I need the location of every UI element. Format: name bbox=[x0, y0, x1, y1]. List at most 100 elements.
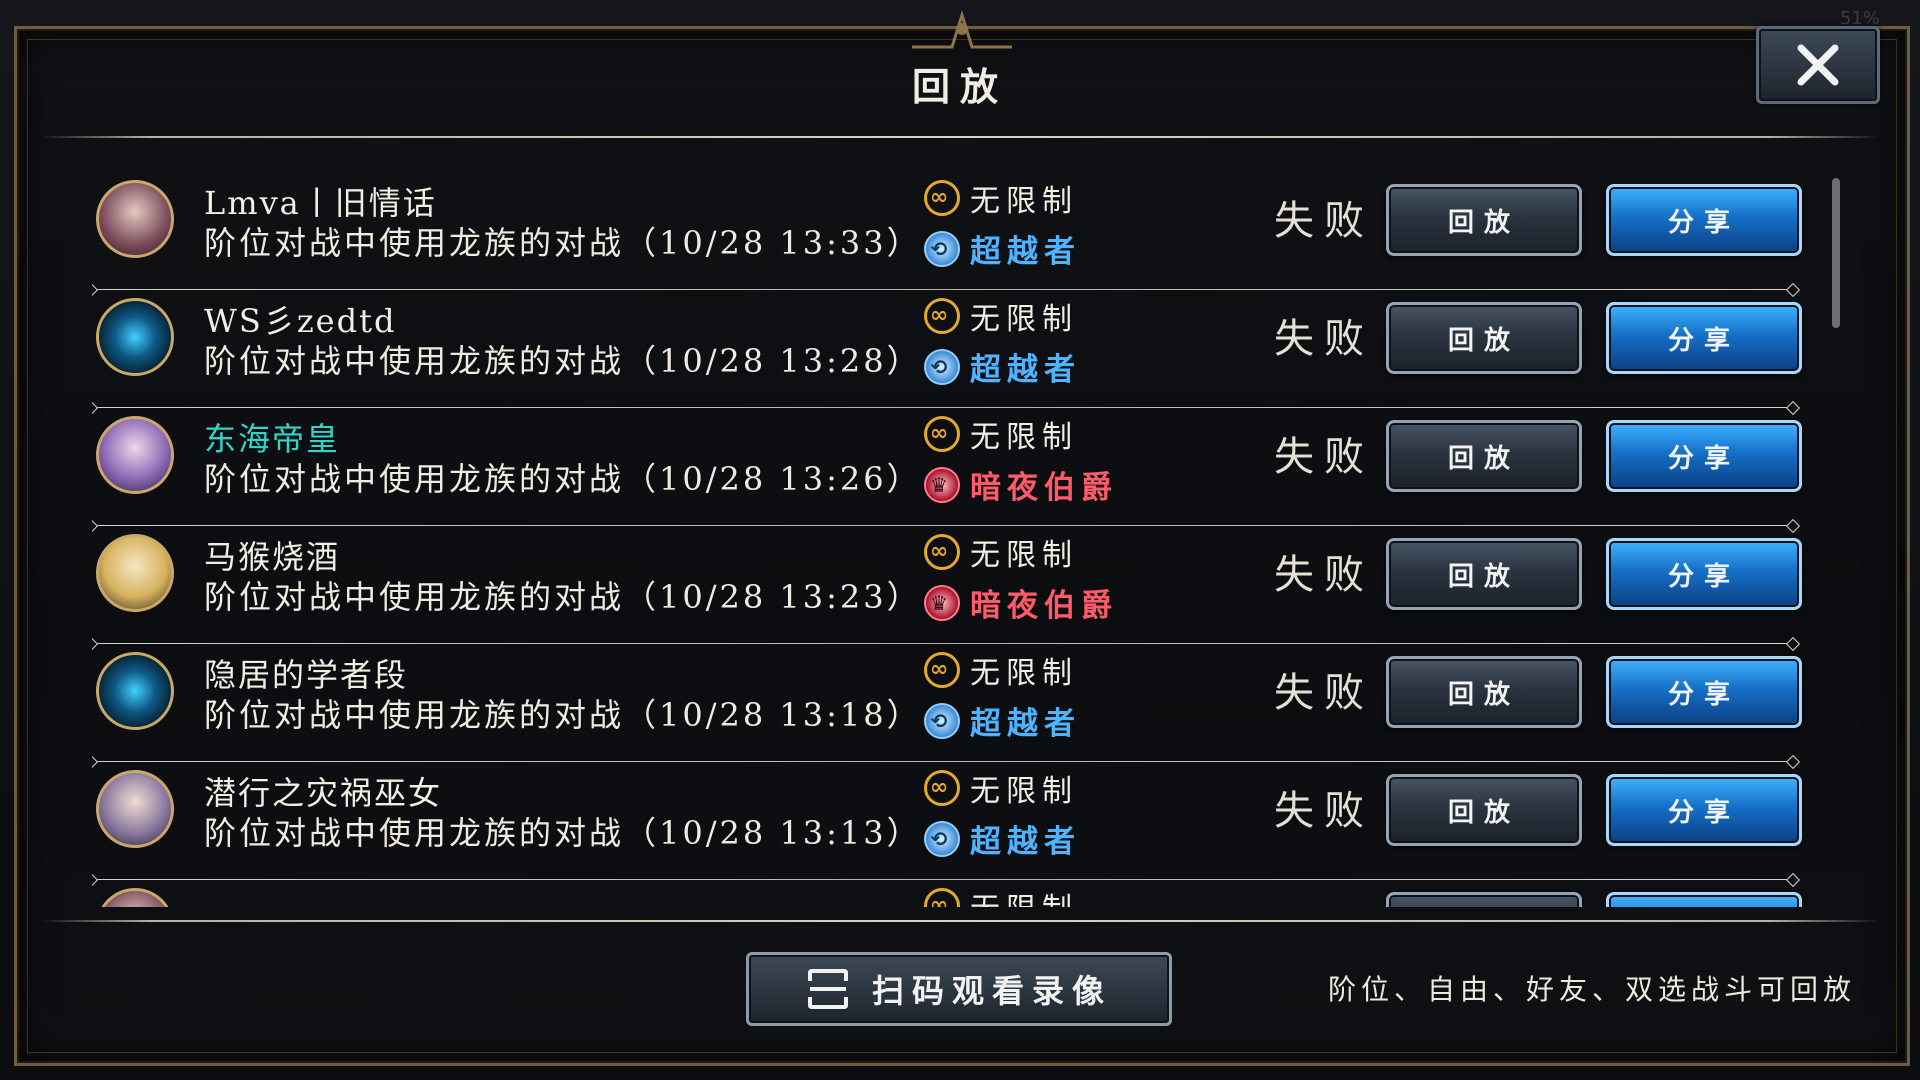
replay-row: WS彡zedtd 阶位对战中使用龙族的对战（10/28 13:28） ∞ 无限制… bbox=[92, 290, 1832, 408]
infinity-icon: ∞ bbox=[924, 180, 960, 216]
bloodcraft-icon: ♛ bbox=[924, 584, 960, 621]
avatar[interactable] bbox=[96, 770, 174, 848]
replay-row: 东海帝皇 阶位对战中使用龙族的对战（10/28 13:26） ∞ 无限制 ♛ 暗… bbox=[92, 408, 1832, 526]
share-button[interactable]: 分享 bbox=[1606, 656, 1802, 728]
match-description: 阶位对战中使用龙族的对战（10/28 13:33） bbox=[204, 224, 922, 262]
share-button[interactable] bbox=[1606, 892, 1802, 907]
portalcraft-icon: ⟲ bbox=[924, 820, 960, 857]
replay-row: 马猴烧酒 阶位对战中使用龙族的对战（10/28 13:23） ∞ 无限制 ♛ 暗… bbox=[92, 526, 1832, 644]
footer-divider bbox=[40, 920, 1880, 922]
format-tag: ∞ 无限制 bbox=[924, 412, 1078, 456]
replay-row: 潜行之灾祸巫女 阶位对战中使用龙族的对战（10/28 13:13） ∞ 无限制 … bbox=[92, 762, 1832, 880]
share-label: 分享 bbox=[1667, 443, 1740, 474]
replay-button[interactable]: 回放 bbox=[1386, 538, 1582, 610]
match-description: 阶位对战中使用龙族的对战（10/28 13:28） bbox=[204, 342, 922, 380]
class-label: 超越者 bbox=[970, 352, 1081, 388]
header-divider bbox=[40, 136, 1880, 138]
opponent-class: ⟲ 超越者 bbox=[924, 698, 1081, 743]
replay-label: 回放 bbox=[1447, 561, 1520, 592]
close-icon bbox=[1797, 44, 1839, 86]
replay-row: 隐居的学者段 阶位对战中使用龙族的对战（10/28 13:18） ∞ 无限制 ⟲… bbox=[92, 644, 1832, 762]
format-label: 无限制 bbox=[970, 302, 1078, 337]
match-result: 失败 bbox=[1274, 552, 1374, 598]
class-label: 暗夜伯爵 bbox=[970, 588, 1118, 624]
format-tag: ∞ 无限制 bbox=[924, 648, 1078, 692]
format-tag: ∞ 无限制 bbox=[924, 294, 1078, 338]
opponent-class: ♛ 暗夜伯爵 bbox=[924, 580, 1118, 625]
replay-availability-note: 阶位、自由、好友、双选战斗可回放 bbox=[1327, 973, 1856, 1006]
scan-label: 扫码观看录像 bbox=[871, 972, 1112, 1010]
infinity-icon: ∞ bbox=[924, 770, 960, 806]
match-description: 阶位对战中使用龙族的对战（10/28 13:26） bbox=[204, 460, 922, 498]
replay-label: 回放 bbox=[1447, 443, 1520, 474]
replay-button[interactable]: 回放 bbox=[1386, 656, 1582, 728]
replay-list[interactable]: Lmva丨旧情话 阶位对战中使用龙族的对战（10/28 13:33） ∞ 无限制… bbox=[92, 172, 1832, 907]
share-label: 分享 bbox=[1667, 561, 1740, 592]
portalcraft-icon: ⟲ bbox=[924, 348, 960, 385]
infinity-icon: ∞ bbox=[924, 534, 960, 570]
class-label: 超越者 bbox=[970, 824, 1081, 860]
replay-row: ∞ 无限制 bbox=[92, 880, 1832, 907]
close-button[interactable] bbox=[1756, 26, 1880, 104]
infinity-icon: ∞ bbox=[924, 416, 960, 452]
share-button[interactable]: 分享 bbox=[1606, 302, 1802, 374]
share-button[interactable]: 分享 bbox=[1606, 184, 1802, 256]
avatar[interactable] bbox=[96, 652, 174, 730]
replay-button[interactable]: 回放 bbox=[1386, 774, 1582, 846]
replay-button[interactable]: 回放 bbox=[1386, 184, 1582, 256]
replay-button[interactable]: 回放 bbox=[1386, 420, 1582, 492]
avatar[interactable] bbox=[96, 180, 174, 258]
format-label: 无限制 bbox=[970, 538, 1078, 573]
share-label: 分享 bbox=[1667, 207, 1740, 238]
share-button[interactable]: 分享 bbox=[1606, 538, 1802, 610]
replay-button[interactable] bbox=[1386, 892, 1582, 907]
match-description: 阶位对战中使用龙族的对战（10/28 13:23） bbox=[204, 578, 922, 616]
scan-icon bbox=[807, 969, 848, 1009]
portalcraft-icon: ⟲ bbox=[924, 702, 960, 739]
format-label: 无限制 bbox=[970, 884, 1078, 907]
format-tag: ∞ 无限制 bbox=[924, 530, 1078, 574]
share-label: 分享 bbox=[1667, 679, 1740, 710]
replay-button[interactable]: 回放 bbox=[1386, 302, 1582, 374]
infinity-icon: ∞ bbox=[924, 888, 960, 907]
match-description: 阶位对战中使用龙族的对战（10/28 13:13） bbox=[204, 814, 922, 852]
portalcraft-icon: ⟲ bbox=[924, 230, 960, 267]
format-tag: ∞ 无限制 bbox=[924, 176, 1078, 220]
dialog-title: 回放 bbox=[911, 64, 1008, 109]
opponent-class: ⟲ 超越者 bbox=[924, 816, 1081, 861]
replay-label: 回放 bbox=[1447, 207, 1520, 238]
ornament-icon bbox=[912, 9, 1012, 49]
share-button[interactable]: 分享 bbox=[1606, 774, 1802, 846]
bloodcraft-icon: ♛ bbox=[924, 466, 960, 503]
share-label: 分享 bbox=[1667, 325, 1740, 356]
opponent-class: ⟲ 超越者 bbox=[924, 344, 1081, 389]
format-label: 无限制 bbox=[970, 184, 1078, 219]
avatar[interactable] bbox=[96, 888, 174, 907]
share-label: 分享 bbox=[1667, 797, 1740, 828]
class-label: 超越者 bbox=[970, 234, 1081, 270]
match-description: 阶位对战中使用龙族的对战（10/28 13:18） bbox=[204, 696, 922, 734]
share-button[interactable]: 分享 bbox=[1606, 420, 1802, 492]
format-tag: ∞ 无限制 bbox=[924, 766, 1078, 810]
replay-label: 回放 bbox=[1447, 679, 1520, 710]
format-label: 无限制 bbox=[970, 774, 1078, 809]
scan-qr-button[interactable]: 扫码观看录像 bbox=[746, 952, 1172, 1026]
avatar[interactable] bbox=[96, 534, 174, 612]
scrollbar[interactable] bbox=[1832, 178, 1840, 328]
replay-label: 回放 bbox=[1447, 797, 1520, 828]
match-result: 失败 bbox=[1274, 670, 1374, 716]
format-tag: ∞ 无限制 bbox=[924, 884, 1078, 907]
infinity-icon: ∞ bbox=[924, 298, 960, 334]
class-label: 暗夜伯爵 bbox=[970, 470, 1118, 506]
infinity-icon: ∞ bbox=[924, 652, 960, 688]
opponent-class: ♛ 暗夜伯爵 bbox=[924, 462, 1118, 507]
match-result: 失败 bbox=[1274, 316, 1374, 362]
avatar[interactable] bbox=[96, 298, 174, 376]
match-result: 失败 bbox=[1274, 788, 1374, 834]
match-result: 失败 bbox=[1274, 434, 1374, 480]
avatar[interactable] bbox=[96, 416, 174, 494]
class-label: 超越者 bbox=[970, 706, 1081, 742]
match-result: 失败 bbox=[1274, 198, 1374, 244]
format-label: 无限制 bbox=[970, 656, 1078, 691]
opponent-class: ⟲ 超越者 bbox=[924, 226, 1081, 271]
